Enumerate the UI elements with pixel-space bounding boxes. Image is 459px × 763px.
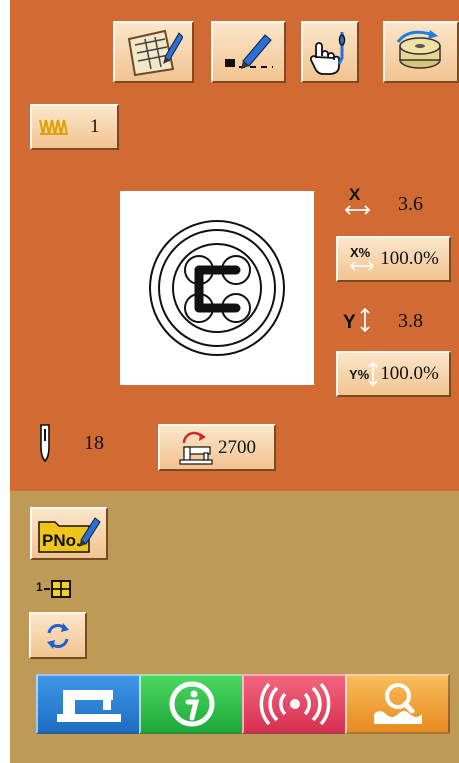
y-axis-label: Y <box>343 312 356 333</box>
zigzag-icon <box>39 119 68 135</box>
x-axis-label: X <box>349 186 361 204</box>
stitch-edit-button[interactable] <box>211 21 286 83</box>
sewing-mode-button[interactable] <box>36 674 141 734</box>
bobbin-winder-button[interactable] <box>383 21 459 83</box>
y-percent-label: Y% <box>349 367 370 382</box>
zigzag-pattern-button[interactable]: 1 <box>30 104 119 150</box>
button-pattern-image <box>149 220 285 356</box>
refresh-button[interactable] <box>29 612 87 659</box>
pattern-index-dash <box>44 588 50 590</box>
x-size-value: 3.6 <box>398 193 423 215</box>
y-scale-button[interactable]: Y% 100.0% <box>336 351 451 397</box>
y-percent-value: 100.0% <box>380 363 439 384</box>
hand-needle-icon <box>309 32 346 75</box>
pattern-no-icon: PNo. <box>38 516 101 553</box>
x-scale-button[interactable]: X% 100.0% <box>336 236 451 282</box>
grid-icon <box>51 580 71 598</box>
hand-needle-button[interactable] <box>301 21 359 83</box>
speed-value: 2700 <box>218 436 256 458</box>
sewing-panel-screen: 1 X 3.6 X% 100.0% Y 3.8 Y% 100.0% 18 270… <box>10 0 459 763</box>
y-size-row: Y 3.8 <box>343 303 453 339</box>
communication-icon <box>259 682 330 726</box>
y-size-value: 3.8 <box>398 310 423 332</box>
y-percent-icon: Y% <box>349 361 378 387</box>
pattern-index-value: 1 <box>36 580 43 594</box>
refresh-icon <box>47 622 69 649</box>
x-arrow-icon: X <box>344 186 371 215</box>
x-size-row: X 3.6 <box>343 186 453 222</box>
pattern-preview <box>120 191 314 385</box>
pattern-number-value: 1 <box>90 116 100 137</box>
y-arrow-icon: Y <box>343 307 370 333</box>
pattern-no-label: PNo. <box>42 531 81 550</box>
bobbin-winder-icon <box>396 30 441 69</box>
x-percent-label: X% <box>350 245 371 260</box>
sewing-machine-icon <box>56 690 121 722</box>
communication-button[interactable] <box>242 674 347 734</box>
machine-speed-icon <box>179 431 213 465</box>
stitch-edit-icon <box>224 34 273 69</box>
stitch-count-value: 18 <box>84 432 104 454</box>
x-percent-icon: X% <box>350 245 375 271</box>
pattern-edit-icon <box>127 29 183 77</box>
search-icon <box>373 683 422 724</box>
search-button[interactable] <box>345 674 450 734</box>
pattern-no-button[interactable]: PNo. <box>30 507 108 560</box>
needle-icon <box>40 424 50 463</box>
x-percent-value: 100.0% <box>380 248 439 269</box>
info-button[interactable] <box>139 674 244 734</box>
pattern-edit-button[interactable] <box>113 21 194 83</box>
pattern-index: 1 <box>36 580 86 598</box>
speed-button[interactable]: 2700 <box>158 424 276 471</box>
info-icon <box>169 681 214 727</box>
